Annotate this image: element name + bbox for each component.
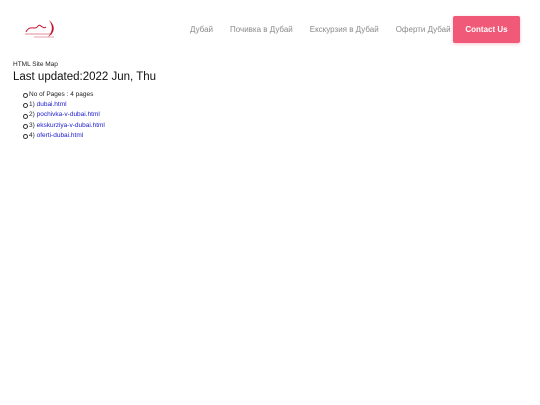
updated-value: 2022 Jun, Thu <box>82 71 157 83</box>
nav-item-ekskurziya[interactable]: Екскурзия в Дубай <box>310 25 379 34</box>
link-number: 3) <box>29 121 35 129</box>
sitemap-link[interactable]: ekskurziya-v-dubai.html <box>37 122 105 129</box>
updated-label: Last updated: <box>13 71 83 83</box>
list-item: 1) dubai.html <box>22 100 156 110</box>
link-number: 1) <box>29 101 35 109</box>
list-item: 2) pochivka-v-dubai.html <box>22 110 156 120</box>
list-item: 4) oferti-dubai.html <box>22 131 156 141</box>
sitemap-list: No of Pages : 4 pages 1) dubai.html 2) p… <box>13 90 156 141</box>
sitemap-content: HTML Site Map Last updated: 2022 Jun, Thu… <box>13 60 156 141</box>
site-header: Дубай Почивка в Дубай Екскурзия в Дубай … <box>0 0 540 56</box>
breadcrumb: HTML Site Map <box>13 61 58 68</box>
page-title: Last updated: 2022 Jun, Thu <box>13 70 156 84</box>
pages-count: No of Pages : 4 pages <box>22 90 156 100</box>
page: Дубай Почивка в Дубай Екскурзия в Дубай … <box>0 0 540 405</box>
sitemap-link[interactable]: dubai.html <box>37 101 67 108</box>
nav-item-oferti[interactable]: Оферти Дубай <box>396 25 451 34</box>
main-nav: Дубай Почивка в Дубай Екскурзия в Дубай … <box>185 16 468 43</box>
link-number: 2) <box>29 111 35 119</box>
list-item: 3) ekskurziya-v-dubai.html <box>22 121 156 131</box>
sitemap-link[interactable]: oferti-dubai.html <box>37 132 84 139</box>
sitemap-link[interactable]: pochivka-v-dubai.html <box>37 111 100 118</box>
contact-us-button[interactable]: Contact Us <box>453 16 520 43</box>
logo-icon <box>25 20 54 38</box>
nav-item-pochivka[interactable]: Почивка в Дубай <box>230 25 293 34</box>
nav-item-dubai[interactable]: Дубай <box>190 25 213 34</box>
link-number: 4) <box>29 131 35 139</box>
site-logo[interactable] <box>22 17 62 39</box>
